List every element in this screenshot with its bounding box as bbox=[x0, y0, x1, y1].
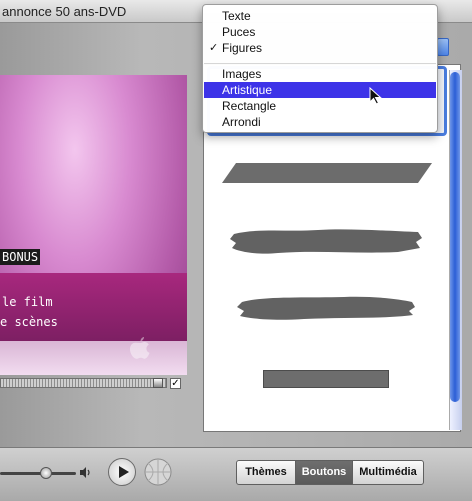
mouse-pointer-icon bbox=[369, 87, 382, 105]
preview-menu-item-scenes[interactable]: e scènes bbox=[0, 315, 58, 329]
scrubber-thumb[interactable] bbox=[153, 378, 163, 388]
preview-scrubber[interactable] bbox=[0, 378, 167, 388]
volume-slider-track[interactable] bbox=[0, 472, 76, 475]
motion-ball-icon[interactable] bbox=[144, 458, 172, 486]
preview-menu-item-film[interactable]: le film bbox=[2, 295, 53, 309]
panel-toggle-button[interactable] bbox=[437, 38, 449, 56]
menu-item-texte[interactable]: Texte bbox=[204, 8, 436, 24]
apple-logo-icon bbox=[130, 337, 150, 359]
play-button[interactable] bbox=[108, 458, 136, 486]
parallelogram-shape[interactable] bbox=[222, 163, 432, 183]
window-title: annonce 50 ans-DVD bbox=[2, 4, 127, 19]
rectangle-shape[interactable] bbox=[263, 370, 389, 388]
button-style-dropdown-menu: Texte Puces Figures Images Artistique Re… bbox=[202, 4, 438, 133]
brush-stroke-shape-1[interactable] bbox=[228, 226, 424, 256]
menu-item-puces[interactable]: Puces bbox=[204, 24, 436, 40]
menu-item-artistique[interactable]: Artistique bbox=[204, 82, 436, 98]
preview-menu-item-bonus[interactable]: BONUS bbox=[0, 249, 41, 265]
preview-checkbox[interactable]: ✓ bbox=[170, 378, 181, 389]
dvd-menu-preview[interactable]: BONUS le film e scènes bbox=[0, 75, 187, 375]
tab-themes[interactable]: Thèmes bbox=[236, 460, 296, 485]
speaker-icon bbox=[80, 467, 90, 478]
tab-multimedia[interactable]: Multimédia bbox=[352, 460, 424, 485]
tab-boutons[interactable]: Boutons bbox=[295, 460, 353, 485]
brush-stroke-shape-2[interactable] bbox=[234, 292, 416, 322]
menu-item-rectangle[interactable]: Rectangle bbox=[204, 98, 436, 114]
menu-item-figures[interactable]: Figures bbox=[204, 40, 436, 56]
preview-lower-area bbox=[0, 341, 187, 375]
volume-slider-knob[interactable] bbox=[40, 467, 52, 479]
menu-item-images[interactable]: Images bbox=[204, 66, 436, 82]
panel-scrollbar-thumb[interactable] bbox=[450, 72, 460, 402]
menu-item-arrondi[interactable]: Arrondi bbox=[204, 114, 436, 130]
menu-separator bbox=[204, 63, 436, 64]
